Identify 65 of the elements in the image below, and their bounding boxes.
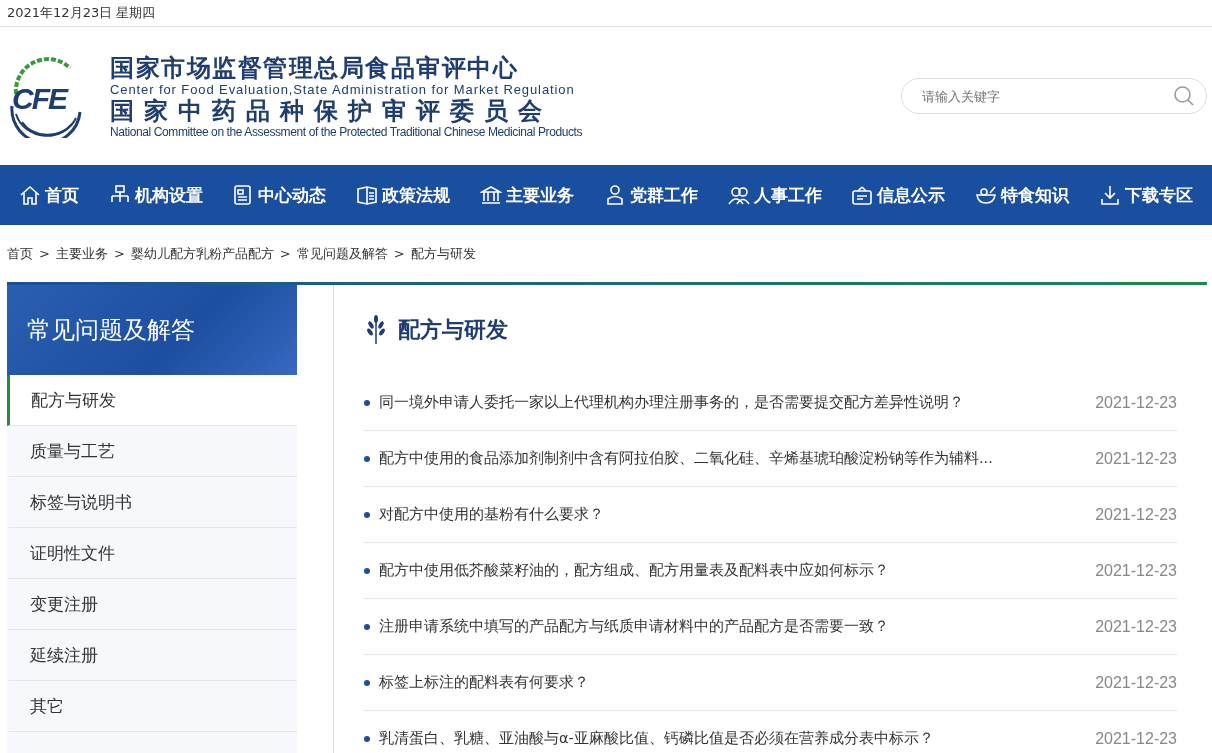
article-date: 2021-12-23 <box>1095 505 1177 524</box>
nav-link[interactable]: 主要业务 <box>480 183 575 207</box>
sidebar-item[interactable]: 其它 <box>7 681 297 732</box>
nav-link[interactable]: 机构设置 <box>108 183 203 207</box>
nav-link[interactable]: 下载专区 <box>1099 183 1194 207</box>
article-link[interactable]: 乳清蛋白、乳糖、亚油酸与α-亚麻酸比值、钙磷比值是否必须在营养成分表中标示？ <box>379 729 1076 748</box>
bullet-icon <box>364 679 370 686</box>
bullet-icon <box>364 567 370 574</box>
breadcrumb-link[interactable]: 首页 <box>7 244 33 263</box>
people-icon <box>727 184 750 206</box>
article-date: 2021-12-23 <box>1095 617 1177 636</box>
org-subtitle: Center for Food Evaluation,State Administration for Market Regulation <box>110 81 576 97</box>
article-link[interactable]: 配方中使用的食品添加剂制剂中含有阿拉伯胶、二氧化硅、辛烯基琥珀酸淀粉钠等作为辅料... <box>379 449 1076 468</box>
nav-link[interactable]: 党群工作 <box>603 183 698 207</box>
sidebar-item[interactable]: 标签与说明书 <box>7 477 297 528</box>
breadcrumb-link[interactable]: 配方与研发 <box>410 244 476 263</box>
logo-text: CFE <box>12 81 66 116</box>
building-icon <box>480 184 503 206</box>
nav-link[interactable]: 首页 <box>18 183 79 207</box>
bullet-icon <box>364 735 370 742</box>
org-title: 国家市场监督管理总局食品审评中心 <box>110 53 519 82</box>
sidebar-item[interactable]: 配方与研发 <box>7 375 297 426</box>
wheat-icon <box>364 315 388 345</box>
breadcrumb-separator: > <box>393 246 405 261</box>
bullet-icon <box>364 511 370 518</box>
bullet-icon <box>364 399 370 406</box>
nav-link[interactable]: 人事工作 <box>727 183 822 207</box>
article-date: 2021-12-23 <box>1095 449 1177 468</box>
bullet-icon <box>364 623 370 630</box>
article-link[interactable]: 注册申请系统中填写的产品配方与纸质申请材料中的产品配方是否需要一致？ <box>379 617 1076 636</box>
article-date: 2021-12-23 <box>1095 673 1177 692</box>
sidebar-item[interactable]: 证明性文件 <box>7 528 297 579</box>
sidebar-title: 常见问题及解答 <box>27 315 195 346</box>
nav-link[interactable]: 中心动态 <box>232 183 327 207</box>
article-date: 2021-12-23 <box>1095 393 1177 412</box>
article-date: 2021-12-23 <box>1095 729 1177 748</box>
date-text: 2021年12月23日 星期四 <box>7 4 156 22</box>
search-field[interactable]: 请输入关键字 <box>901 78 1207 114</box>
article-date: 2021-12-23 <box>1095 561 1177 580</box>
org-title: 国家中药品种保护审评委员会 <box>110 96 552 125</box>
sidebar-item[interactable]: 变更注册 <box>7 579 297 630</box>
sidebar-item[interactable]: 延续注册 <box>7 630 297 681</box>
bowl-icon <box>975 184 998 206</box>
section-title: 配方与研发 <box>398 316 508 344</box>
nav-link[interactable]: 政策法规 <box>356 183 451 207</box>
breadcrumb-separator: > <box>39 246 50 261</box>
article-link[interactable]: 配方中使用低芥酸菜籽油的，配方组成、配方用量表及配料表中应如何标示？ <box>379 561 1076 580</box>
home-icon <box>18 184 41 206</box>
org-subtitle: National Committee on the Assessment of the Protected Traditional Chinese Medicinal Products <box>110 124 583 139</box>
nav-link[interactable]: 特食知识 <box>975 183 1070 207</box>
article-link[interactable]: 标签上标注的配料表有何要求？ <box>379 673 1076 692</box>
article-link[interactable]: 同一境外申请人委托一家以上代理机构办理注册事务的，是否需要提交配方差异性说明？ <box>379 393 1076 412</box>
search-icon[interactable] <box>1173 85 1195 107</box>
sidebar-item[interactable]: 质量与工艺 <box>7 426 297 477</box>
bullet-icon <box>364 455 370 462</box>
breadcrumb-link[interactable]: 常见问题及解答 <box>296 244 388 263</box>
breadcrumb-separator: > <box>279 246 291 261</box>
article-link[interactable]: 对配方中使用的基粉有什么要求？ <box>379 505 1076 524</box>
breadcrumb-link[interactable]: 婴幼儿配方乳粉产品配方 <box>130 244 274 263</box>
notice-icon <box>851 184 874 206</box>
nav-link[interactable]: 信息公示 <box>851 183 946 207</box>
breadcrumb-separator: > <box>113 246 125 261</box>
book-icon <box>356 184 379 206</box>
download-icon <box>1099 184 1122 206</box>
breadcrumb-link[interactable]: 主要业务 <box>55 244 108 263</box>
